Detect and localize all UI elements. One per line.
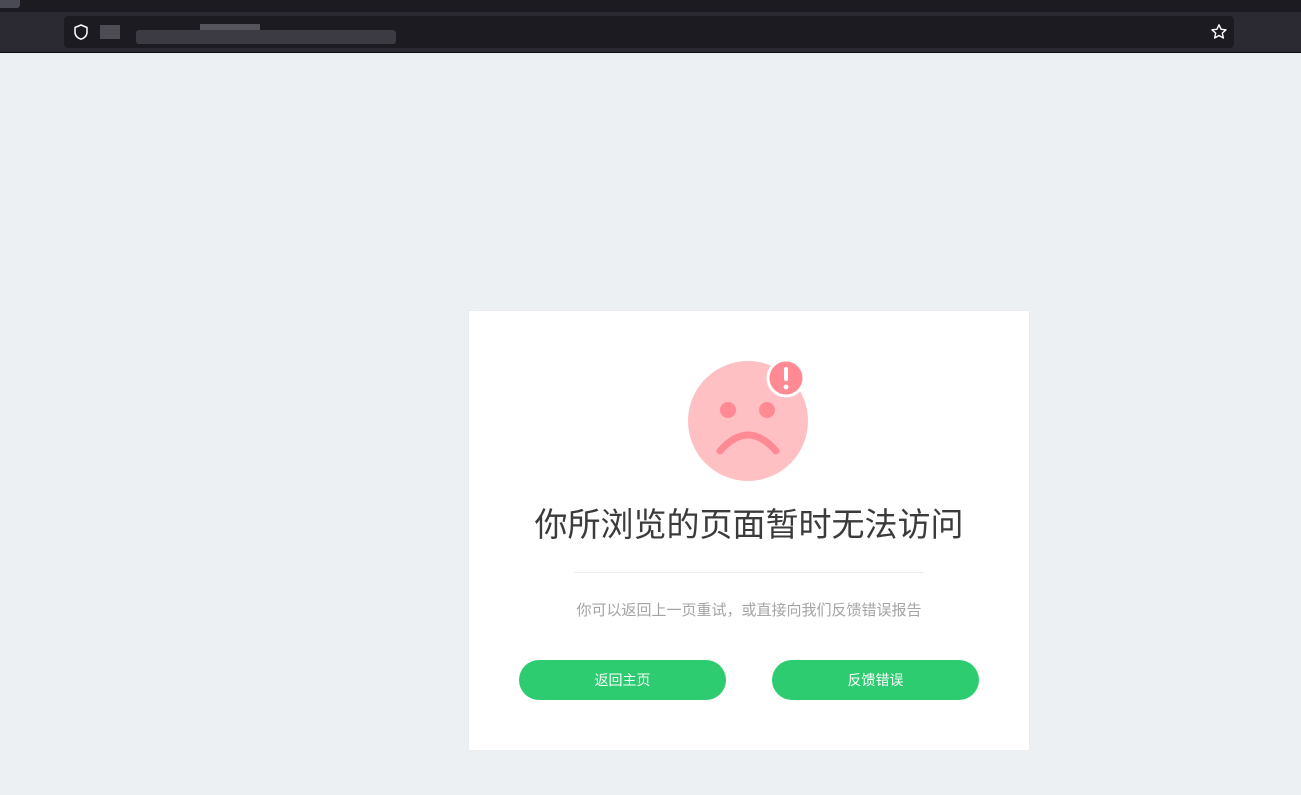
- browser-tab-strip: [0, 0, 1301, 12]
- star-icon[interactable]: [1210, 23, 1228, 41]
- shield-icon[interactable]: [72, 23, 90, 41]
- report-error-button[interactable]: 反馈错误: [772, 660, 979, 700]
- redacted-url-segment: [100, 25, 120, 39]
- error-title: 你所浏览的页面暂时无法访问: [534, 505, 964, 544]
- redacted-url-segment: [136, 30, 396, 44]
- browser-tab[interactable]: [0, 0, 20, 8]
- error-card: 你所浏览的页面暂时无法访问 你可以返回上一页重试，或直接向我们反馈错误报告 返回…: [469, 311, 1029, 750]
- sad-face-alert-icon: [688, 359, 808, 481]
- return-home-button[interactable]: 返回主页: [519, 660, 726, 700]
- divider: [574, 572, 924, 573]
- error-message: 你可以返回上一页重试，或直接向我们反馈错误报告: [576, 601, 922, 619]
- address-bar[interactable]: [64, 16, 1234, 48]
- browser-toolbar: [0, 12, 1301, 53]
